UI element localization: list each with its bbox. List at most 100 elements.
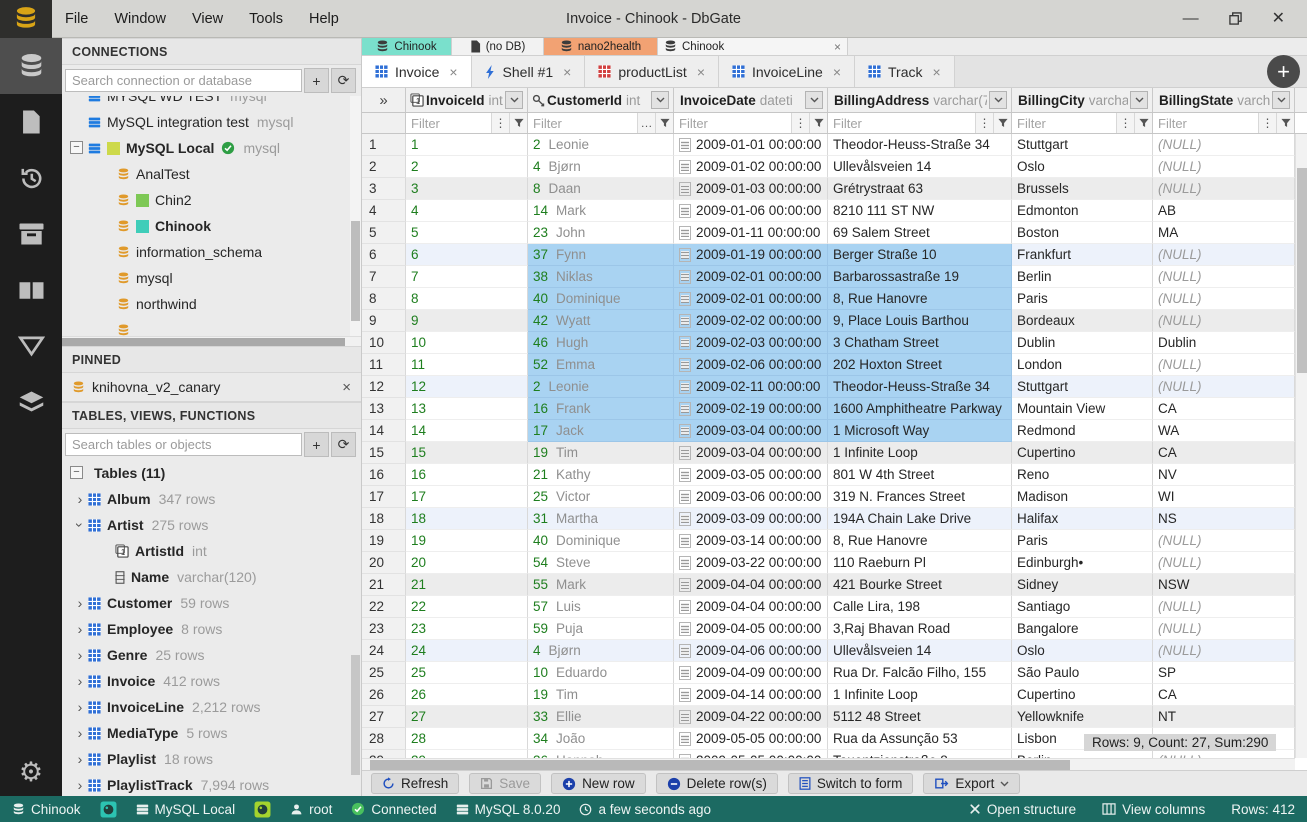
cell-billing-city[interactable]: Boston [1012,222,1153,244]
row-number-cell[interactable]: 13 [362,398,406,420]
database-item[interactable] [62,317,361,336]
cell-billing-state[interactable]: Dublin [1153,332,1295,354]
funnel-icon[interactable] [655,113,673,133]
funnel-icon[interactable] [509,113,527,133]
status-swatch[interactable] [254,801,271,818]
refresh-tables-button[interactable]: ⟳ [331,432,356,457]
column-menu-button[interactable] [651,91,669,109]
connection-item[interactable]: MySQL integration test mysql [62,109,361,135]
cell-billing-city[interactable]: Bordeaux [1012,310,1153,332]
cell-billing-address[interactable]: Grétrystraat 63 [828,178,1012,200]
chevron-collapsed-icon[interactable]: › [72,595,88,611]
close-button[interactable]: ✕ [1272,10,1285,27]
cell-billing-city[interactable]: Frankfurt [1012,244,1153,266]
funnel-icon[interactable] [993,113,1011,133]
activity-item-layers[interactable] [0,374,62,430]
cell-invoice-date[interactable]: 2009-04-09 00:00:00 [674,662,828,684]
table-item-Genre[interactable]: › Genre 25 rows [62,642,361,668]
connection-item[interactable]: − MySQL Local mysql [62,135,361,161]
filter-cell-BillingCity[interactable]: Filter ⋮ [1012,113,1153,133]
chevron-collapsed-icon[interactable]: › [72,673,88,689]
cell-invoice-date[interactable]: 2009-03-06 00:00:00 [674,486,828,508]
cell-customer-id[interactable]: 40 Dominique [528,530,674,552]
status-a-few-seconds-ago[interactable]: a few seconds ago [579,802,711,817]
activity-item-history[interactable] [0,150,62,206]
column-menu-button[interactable] [805,91,823,109]
tab-InvoiceLine[interactable]: InvoiceLine × [719,56,856,87]
cell-billing-state[interactable]: CA [1153,684,1295,706]
cell-invoice-date[interactable]: 2009-02-02 00:00:00 [674,310,828,332]
cell-billing-address[interactable]: 3 Chatham Street [828,332,1012,354]
row-number-cell[interactable]: 2 [362,156,406,178]
activity-item-file[interactable] [0,94,62,150]
column-menu-button[interactable] [1272,91,1290,109]
cell-billing-state[interactable]: (NULL) [1153,266,1295,288]
cell-billing-city[interactable]: Paris [1012,530,1153,552]
filter-input[interactable]: Filter [406,116,491,131]
db-group-tab-Chinook[interactable]: Chinook [362,38,452,55]
new-row-button[interactable]: New row [551,773,646,794]
row-number-cell[interactable]: 23 [362,618,406,640]
cell-invoice-date[interactable]: 2009-02-01 00:00:00 [674,288,828,310]
status-mysql-8-0-20[interactable]: MySQL 8.0.20 [456,802,560,817]
row-number-cell[interactable]: 6 [362,244,406,266]
row-number-cell[interactable]: 3 [362,178,406,200]
row-number-cell[interactable]: 10 [362,332,406,354]
cell-invoice-id[interactable]: 11 [406,354,528,376]
tables-root-item[interactable]: − Tables (11) [62,460,361,486]
cell-invoice-date[interactable]: 2009-05-05 00:00:00 [674,750,828,758]
switch-to-form-button[interactable]: Switch to form [787,773,914,794]
cell-billing-address[interactable]: 8210 111 ST NW [828,200,1012,222]
cell-invoice-date[interactable]: 2009-01-02 00:00:00 [674,156,828,178]
filter-cell-CustomerId[interactable]: Filter… [528,113,674,133]
cell-billing-address[interactable]: 5112 48 Street [828,706,1012,728]
db-group-tab-nano2health[interactable]: nano2health [544,38,658,55]
row-number-cell[interactable]: 14 [362,420,406,442]
cell-billing-state[interactable]: AB [1153,200,1295,222]
refresh-button[interactable]: Refresh [371,773,460,794]
cell-customer-id[interactable]: 42 Wyatt [528,310,674,332]
menu-tools[interactable]: Tools [236,0,296,38]
filter-input[interactable]: Filter [674,116,791,131]
settings-gear-icon[interactable]: ⚙ [19,757,43,788]
cell-billing-city[interactable]: Sidney [1012,574,1153,596]
connection-item[interactable]: MYSQL WD TEST mysql [62,96,361,109]
cell-invoice-id[interactable]: 27 [406,706,528,728]
export-button[interactable]: Export [923,773,1021,794]
cell-billing-state[interactable]: (NULL) [1153,310,1295,332]
cell-billing-state[interactable]: (NULL) [1153,596,1295,618]
cell-invoice-id[interactable]: 7 [406,266,528,288]
cell-customer-id[interactable]: 46 Hugh [528,332,674,354]
cell-billing-address[interactable]: 194A Chain Lake Drive [828,508,1012,530]
column-header-BillingAddress[interactable]: BillingAddressvarchar(70 [828,88,1012,112]
column-header-CustomerId[interactable]: CustomerId int [528,88,674,112]
row-number-cell[interactable]: 1 [362,134,406,156]
filter-cell-InvoiceDate[interactable]: Filter ⋮ [674,113,828,133]
cell-customer-id[interactable]: 2 Leonie [528,376,674,398]
cell-invoice-date[interactable]: 2009-02-19 00:00:00 [674,398,828,420]
status-mysql-local[interactable]: MySQL Local [136,802,235,817]
activity-item-triangle-down[interactable] [0,318,62,374]
filter-cell-InvoiceId[interactable]: Filter ⋮ [406,113,528,133]
cell-billing-address[interactable]: Barbarossastraße 19 [828,266,1012,288]
cell-billing-city[interactable]: Bangalore [1012,618,1153,640]
new-tab-button[interactable]: + [1267,55,1300,88]
cell-invoice-id[interactable]: 26 [406,684,528,706]
cell-billing-state[interactable]: (NULL) [1153,244,1295,266]
funnel-icon[interactable] [809,113,827,133]
cell-billing-address[interactable]: 3,Raj Bhavan Road [828,618,1012,640]
cell-billing-city[interactable]: Santiago [1012,596,1153,618]
cell-billing-city[interactable]: Madison [1012,486,1153,508]
cell-billing-address[interactable]: Tauentzienstraße 8 [828,750,1012,758]
cell-billing-city[interactable]: São Paulo [1012,662,1153,684]
row-number-cell[interactable]: 24 [362,640,406,662]
database-item[interactable]: AnalTest [62,161,361,187]
tables-vertical-scrollbar[interactable] [350,460,361,796]
database-item[interactable]: information_schema [62,239,361,265]
cell-billing-address[interactable]: Calle Lira, 198 [828,596,1012,618]
column-header-BillingCity[interactable]: BillingCity varcha [1012,88,1153,112]
cell-invoice-id[interactable]: 15 [406,442,528,464]
table-item-InvoiceLine[interactable]: › InvoiceLine 2,212 rows [62,694,361,720]
cell-invoice-date[interactable]: 2009-03-05 00:00:00 [674,464,828,486]
cell-invoice-id[interactable]: 25 [406,662,528,684]
